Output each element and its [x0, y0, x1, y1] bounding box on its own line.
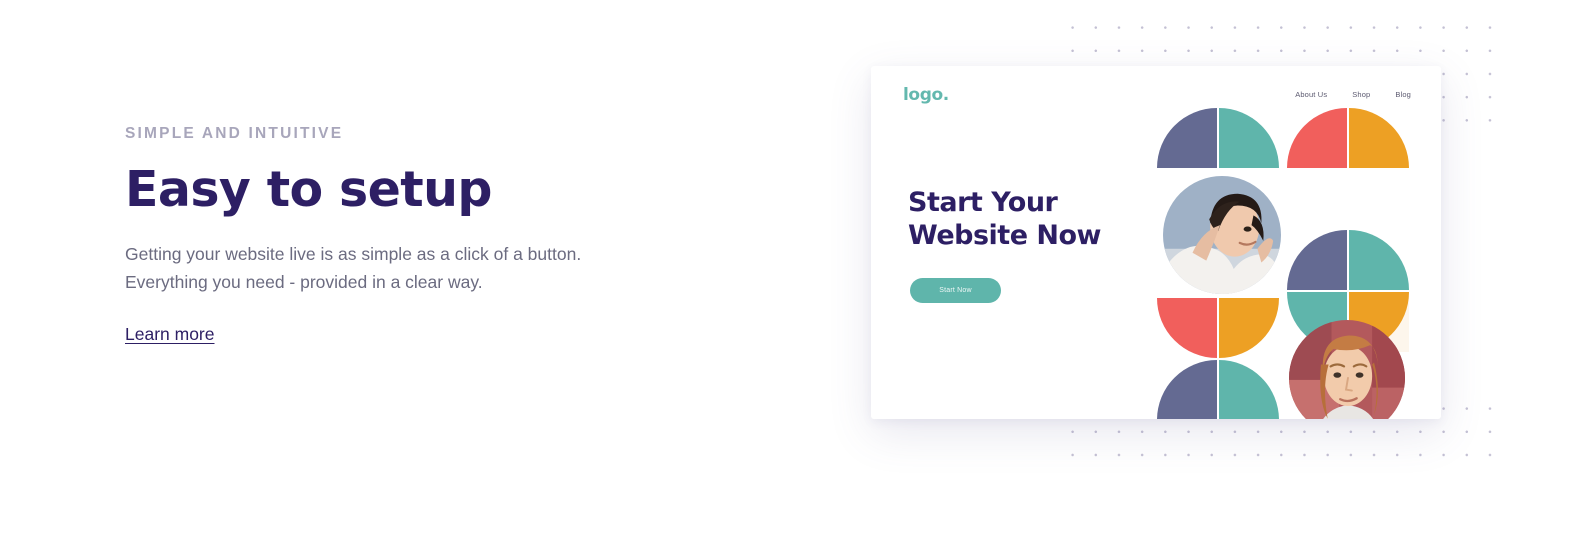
page-title: Easy to setup — [125, 160, 492, 218]
mockup-headline-line-2: Website Now — [908, 220, 1102, 252]
teal-quarter-top-right-mid — [1349, 230, 1409, 290]
slate-quarter-top-left-mid — [1287, 230, 1347, 290]
teal-quarter-top-right-low — [1219, 360, 1279, 419]
geometric-collage — [1157, 108, 1409, 419]
photo-woman-smiling — [1163, 176, 1281, 294]
mockup-navigation: About Us Shop Blog — [1295, 90, 1411, 99]
slate-quarter-top-left-low — [1157, 360, 1217, 419]
slate-quarter-top-left — [1157, 108, 1217, 168]
coral-quarter-bottom-left — [1157, 298, 1217, 358]
mockup-headline: Start Your Website Now — [908, 186, 1138, 253]
website-preview-card: logo. About Us Shop Blog Start Your Webs… — [871, 66, 1441, 419]
teal-quarter-top-right — [1219, 108, 1279, 168]
mockup-logo: logo. — [903, 85, 949, 105]
nav-item-about-us[interactable]: About Us — [1295, 90, 1327, 99]
orange-quarter-bottom-right-low — [1219, 298, 1279, 358]
nav-item-shop[interactable]: Shop — [1352, 90, 1370, 99]
hero-section: SIMPLE AND INTUITIVE Easy to setup Getti… — [0, 0, 1592, 542]
coral-quarter-top-left — [1287, 108, 1347, 168]
start-now-button[interactable]: Start Now — [910, 278, 1001, 303]
learn-more-link[interactable]: Learn more — [125, 324, 215, 345]
description-line-2: Everything you need - provided in a clea… — [125, 271, 483, 292]
nav-item-blog[interactable]: Blog — [1395, 90, 1411, 99]
orange-quarter-top-right — [1349, 108, 1409, 168]
description-line-1: Getting your website live is as simple a… — [125, 244, 582, 265]
mockup-headline-line-1: Start Your — [908, 187, 1058, 218]
section-eyebrow: SIMPLE AND INTUITIVE — [125, 125, 344, 142]
section-description: Getting your website live is as simple a… — [125, 241, 665, 295]
feature-text-column: SIMPLE AND INTUITIVE Easy to setup Getti… — [125, 126, 745, 345]
website-mockup-illustration: logo. About Us Shop Blog Start Your Webs… — [840, 0, 1592, 542]
